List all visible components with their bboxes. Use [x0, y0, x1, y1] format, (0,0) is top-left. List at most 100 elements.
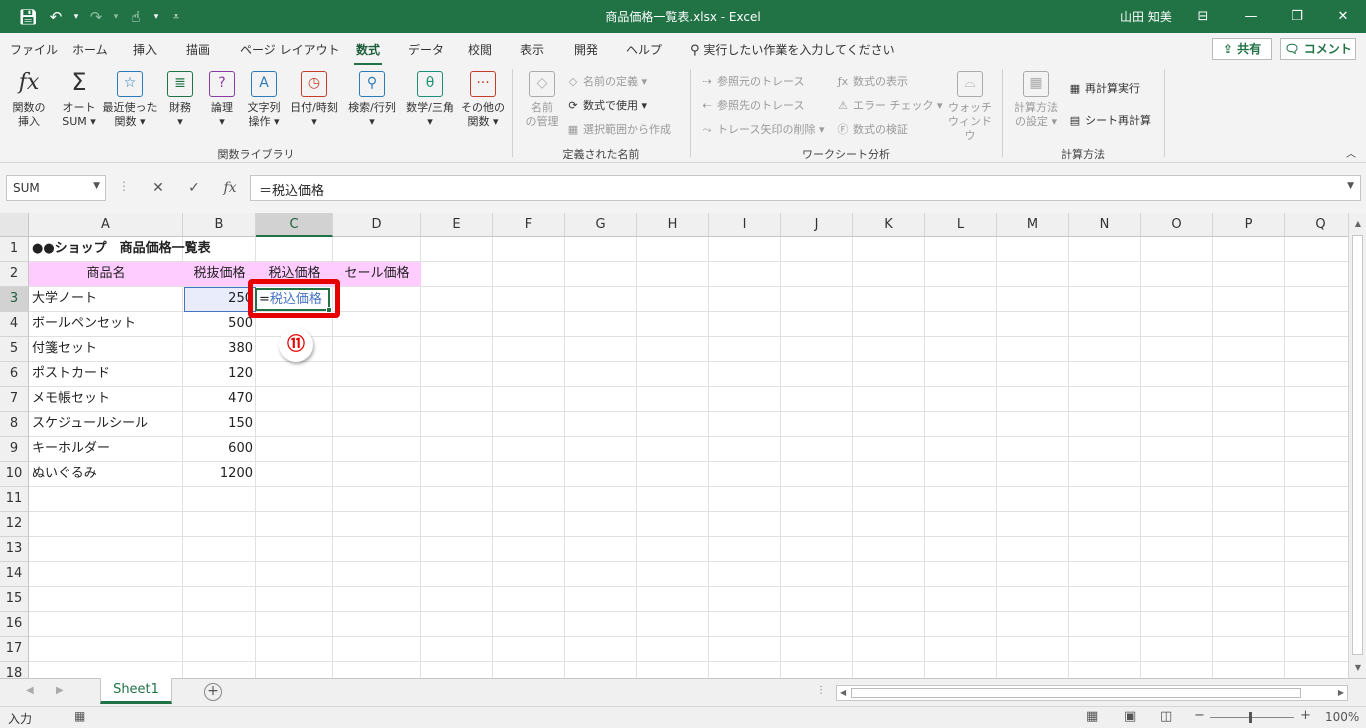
- close-icon[interactable]: ✕: [1320, 0, 1366, 33]
- column-header-N[interactable]: N: [1069, 213, 1141, 237]
- prev-sheet-icon[interactable]: ◀: [26, 685, 34, 696]
- cell-B9-price[interactable]: 600: [183, 437, 256, 462]
- cell-B3-price[interactable]: 250: [183, 287, 256, 312]
- column-header-L[interactable]: L: [925, 213, 997, 237]
- row-header-16[interactable]: 16: [0, 612, 29, 637]
- row-header-12[interactable]: 12: [0, 512, 29, 537]
- cell-A1-title[interactable]: ●●ショップ 商品価格一覧表: [29, 237, 211, 262]
- scroll-up-icon[interactable]: ▲: [1349, 219, 1366, 228]
- date-time-button[interactable]: ◷ 日付/時刻 ▾: [286, 71, 342, 129]
- row-header-9[interactable]: 9: [0, 437, 29, 462]
- cell-A7-name[interactable]: メモ帳セット: [29, 387, 183, 412]
- row-header-6[interactable]: 6: [0, 362, 29, 387]
- autosum-button[interactable]: Σ オート SUM ▾: [56, 70, 102, 129]
- column-header-Q[interactable]: Q: [1285, 213, 1357, 237]
- sheet-tab-sheet1[interactable]: Sheet1: [100, 678, 172, 704]
- tab-view[interactable]: 表示: [520, 41, 544, 58]
- define-name-button[interactable]: ◇ 名前の定義 ▾: [566, 73, 647, 89]
- row-header-4[interactable]: 4: [0, 312, 29, 337]
- logical-button[interactable]: ? 論理 ▾: [202, 71, 242, 129]
- calculate-sheet-button[interactable]: ▤ シート再計算: [1068, 112, 1151, 128]
- scroll-right-icon[interactable]: ▶: [1338, 686, 1344, 700]
- tab-data[interactable]: データ: [408, 41, 444, 58]
- column-header-I[interactable]: I: [709, 213, 781, 237]
- calculation-options-button[interactable]: ▦ 計算方法 の設定 ▾: [1008, 71, 1064, 129]
- show-formulas-button[interactable]: ƒx 数式の表示: [836, 73, 908, 89]
- horizontal-scroll-thumb[interactable]: [851, 688, 1301, 698]
- row-header-15[interactable]: 15: [0, 587, 29, 612]
- more-functions-button[interactable]: ··· その他の 関数 ▾: [460, 71, 506, 129]
- lookup-button[interactable]: ⚲ 検索/行列 ▾: [344, 71, 400, 129]
- select-all-corner[interactable]: [0, 213, 29, 237]
- tab-splitter-icon[interactable]: ⋮: [816, 685, 826, 696]
- touch-dropdown-icon[interactable]: ▾: [150, 12, 162, 22]
- customize-qat-icon[interactable]: ⩡: [162, 10, 190, 24]
- restore-icon[interactable]: ❐: [1274, 0, 1320, 33]
- zoom-in-icon[interactable]: +: [1300, 708, 1311, 723]
- vertical-scrollbar[interactable]: ▲ ▼: [1348, 213, 1366, 678]
- enter-check-icon[interactable]: ✓: [176, 180, 212, 196]
- add-sheet-icon[interactable]: +: [204, 683, 222, 701]
- macro-record-icon[interactable]: ▦: [74, 709, 85, 723]
- remove-arrows-button[interactable]: ⤳ トレース矢印の削除 ▾: [700, 121, 825, 137]
- minimize-icon[interactable]: —: [1228, 0, 1274, 33]
- row-header-10[interactable]: 10: [0, 462, 29, 487]
- insert-function-button[interactable]: fx 関数の 挿入: [6, 71, 52, 129]
- expand-formula-icon[interactable]: ▼: [1347, 181, 1354, 191]
- calculate-now-button[interactable]: ▦ 再計算実行: [1068, 80, 1140, 96]
- trace-dependents-button[interactable]: ⇠ 参照先のトレース: [700, 97, 804, 113]
- column-header-A[interactable]: A: [29, 213, 183, 237]
- redo-icon[interactable]: ↷: [82, 8, 110, 26]
- column-header-E[interactable]: E: [421, 213, 493, 237]
- formula-input[interactable]: ＝税込価格 ▼: [250, 175, 1361, 201]
- column-header-G[interactable]: G: [565, 213, 637, 237]
- next-sheet-icon[interactable]: ▶: [56, 685, 64, 696]
- ribbon-display-options-icon[interactable]: ⊟: [1180, 0, 1226, 33]
- column-header-J[interactable]: J: [781, 213, 853, 237]
- row-header-14[interactable]: 14: [0, 562, 29, 587]
- column-header-C[interactable]: C: [256, 213, 333, 237]
- name-box[interactable]: SUM ▼: [6, 175, 106, 201]
- cell-D2-header[interactable]: セール価格: [333, 262, 421, 287]
- chevron-down-icon[interactable]: ▼: [93, 181, 100, 191]
- trace-precedents-button[interactable]: ⇢ 参照元のトレース: [700, 73, 804, 89]
- column-header-B[interactable]: B: [183, 213, 256, 237]
- row-header-11[interactable]: 11: [0, 487, 29, 512]
- recently-used-button[interactable]: ☆ 最近使った 関数 ▾: [102, 71, 158, 129]
- row-header-13[interactable]: 13: [0, 537, 29, 562]
- create-from-selection-button[interactable]: ▦ 選択範囲から作成: [566, 121, 671, 137]
- vertical-scroll-thumb[interactable]: [1352, 235, 1363, 655]
- insert-function-icon[interactable]: fx: [212, 180, 248, 196]
- row-header-3[interactable]: 3: [0, 287, 29, 312]
- tab-file[interactable]: ファイル: [10, 41, 58, 58]
- column-header-F[interactable]: F: [493, 213, 565, 237]
- cell-A2-header[interactable]: 商品名: [29, 262, 183, 287]
- undo-icon[interactable]: ↶: [42, 8, 70, 26]
- tab-developer[interactable]: 開発: [574, 41, 598, 58]
- page-break-view-icon[interactable]: ◫: [1160, 709, 1172, 724]
- user-name[interactable]: 山田 知美: [1120, 8, 1172, 25]
- financial-button[interactable]: ≣ 財務 ▾: [160, 71, 200, 129]
- redo-dropdown-icon[interactable]: ▾: [110, 12, 122, 22]
- cell-B8-price[interactable]: 150: [183, 412, 256, 437]
- tab-draw[interactable]: 描画: [186, 41, 210, 58]
- row-header-17[interactable]: 17: [0, 637, 29, 662]
- touch-mode-icon[interactable]: ☝︎: [122, 8, 150, 26]
- cell-A4-name[interactable]: ボールペンセット: [29, 312, 183, 337]
- error-checking-button[interactable]: ⚠︎ エラー チェック ▾: [836, 97, 942, 113]
- collapse-ribbon-icon[interactable]: ︿: [1346, 145, 1356, 160]
- row-header-5[interactable]: 5: [0, 337, 29, 362]
- cell-A6-name[interactable]: ポストカード: [29, 362, 183, 387]
- cell-B7-price[interactable]: 470: [183, 387, 256, 412]
- row-header-2[interactable]: 2: [0, 262, 29, 287]
- zoom-out-icon[interactable]: −: [1194, 708, 1205, 723]
- row-header-1[interactable]: 1: [0, 237, 29, 262]
- normal-view-icon[interactable]: ▦: [1086, 709, 1098, 724]
- comment-button[interactable]: 🗨︎ コメント: [1280, 38, 1356, 60]
- cell-B5-price[interactable]: 380: [183, 337, 256, 362]
- formula-bar-splitter-icon[interactable]: ⋮: [118, 179, 130, 193]
- save-icon[interactable]: 💾︎: [14, 8, 42, 26]
- zoom-level[interactable]: 100%: [1325, 710, 1359, 724]
- watch-window-button[interactable]: ⌓ ウォッチ ウィンドウ: [944, 71, 996, 143]
- tab-insert[interactable]: 挿入: [133, 41, 157, 58]
